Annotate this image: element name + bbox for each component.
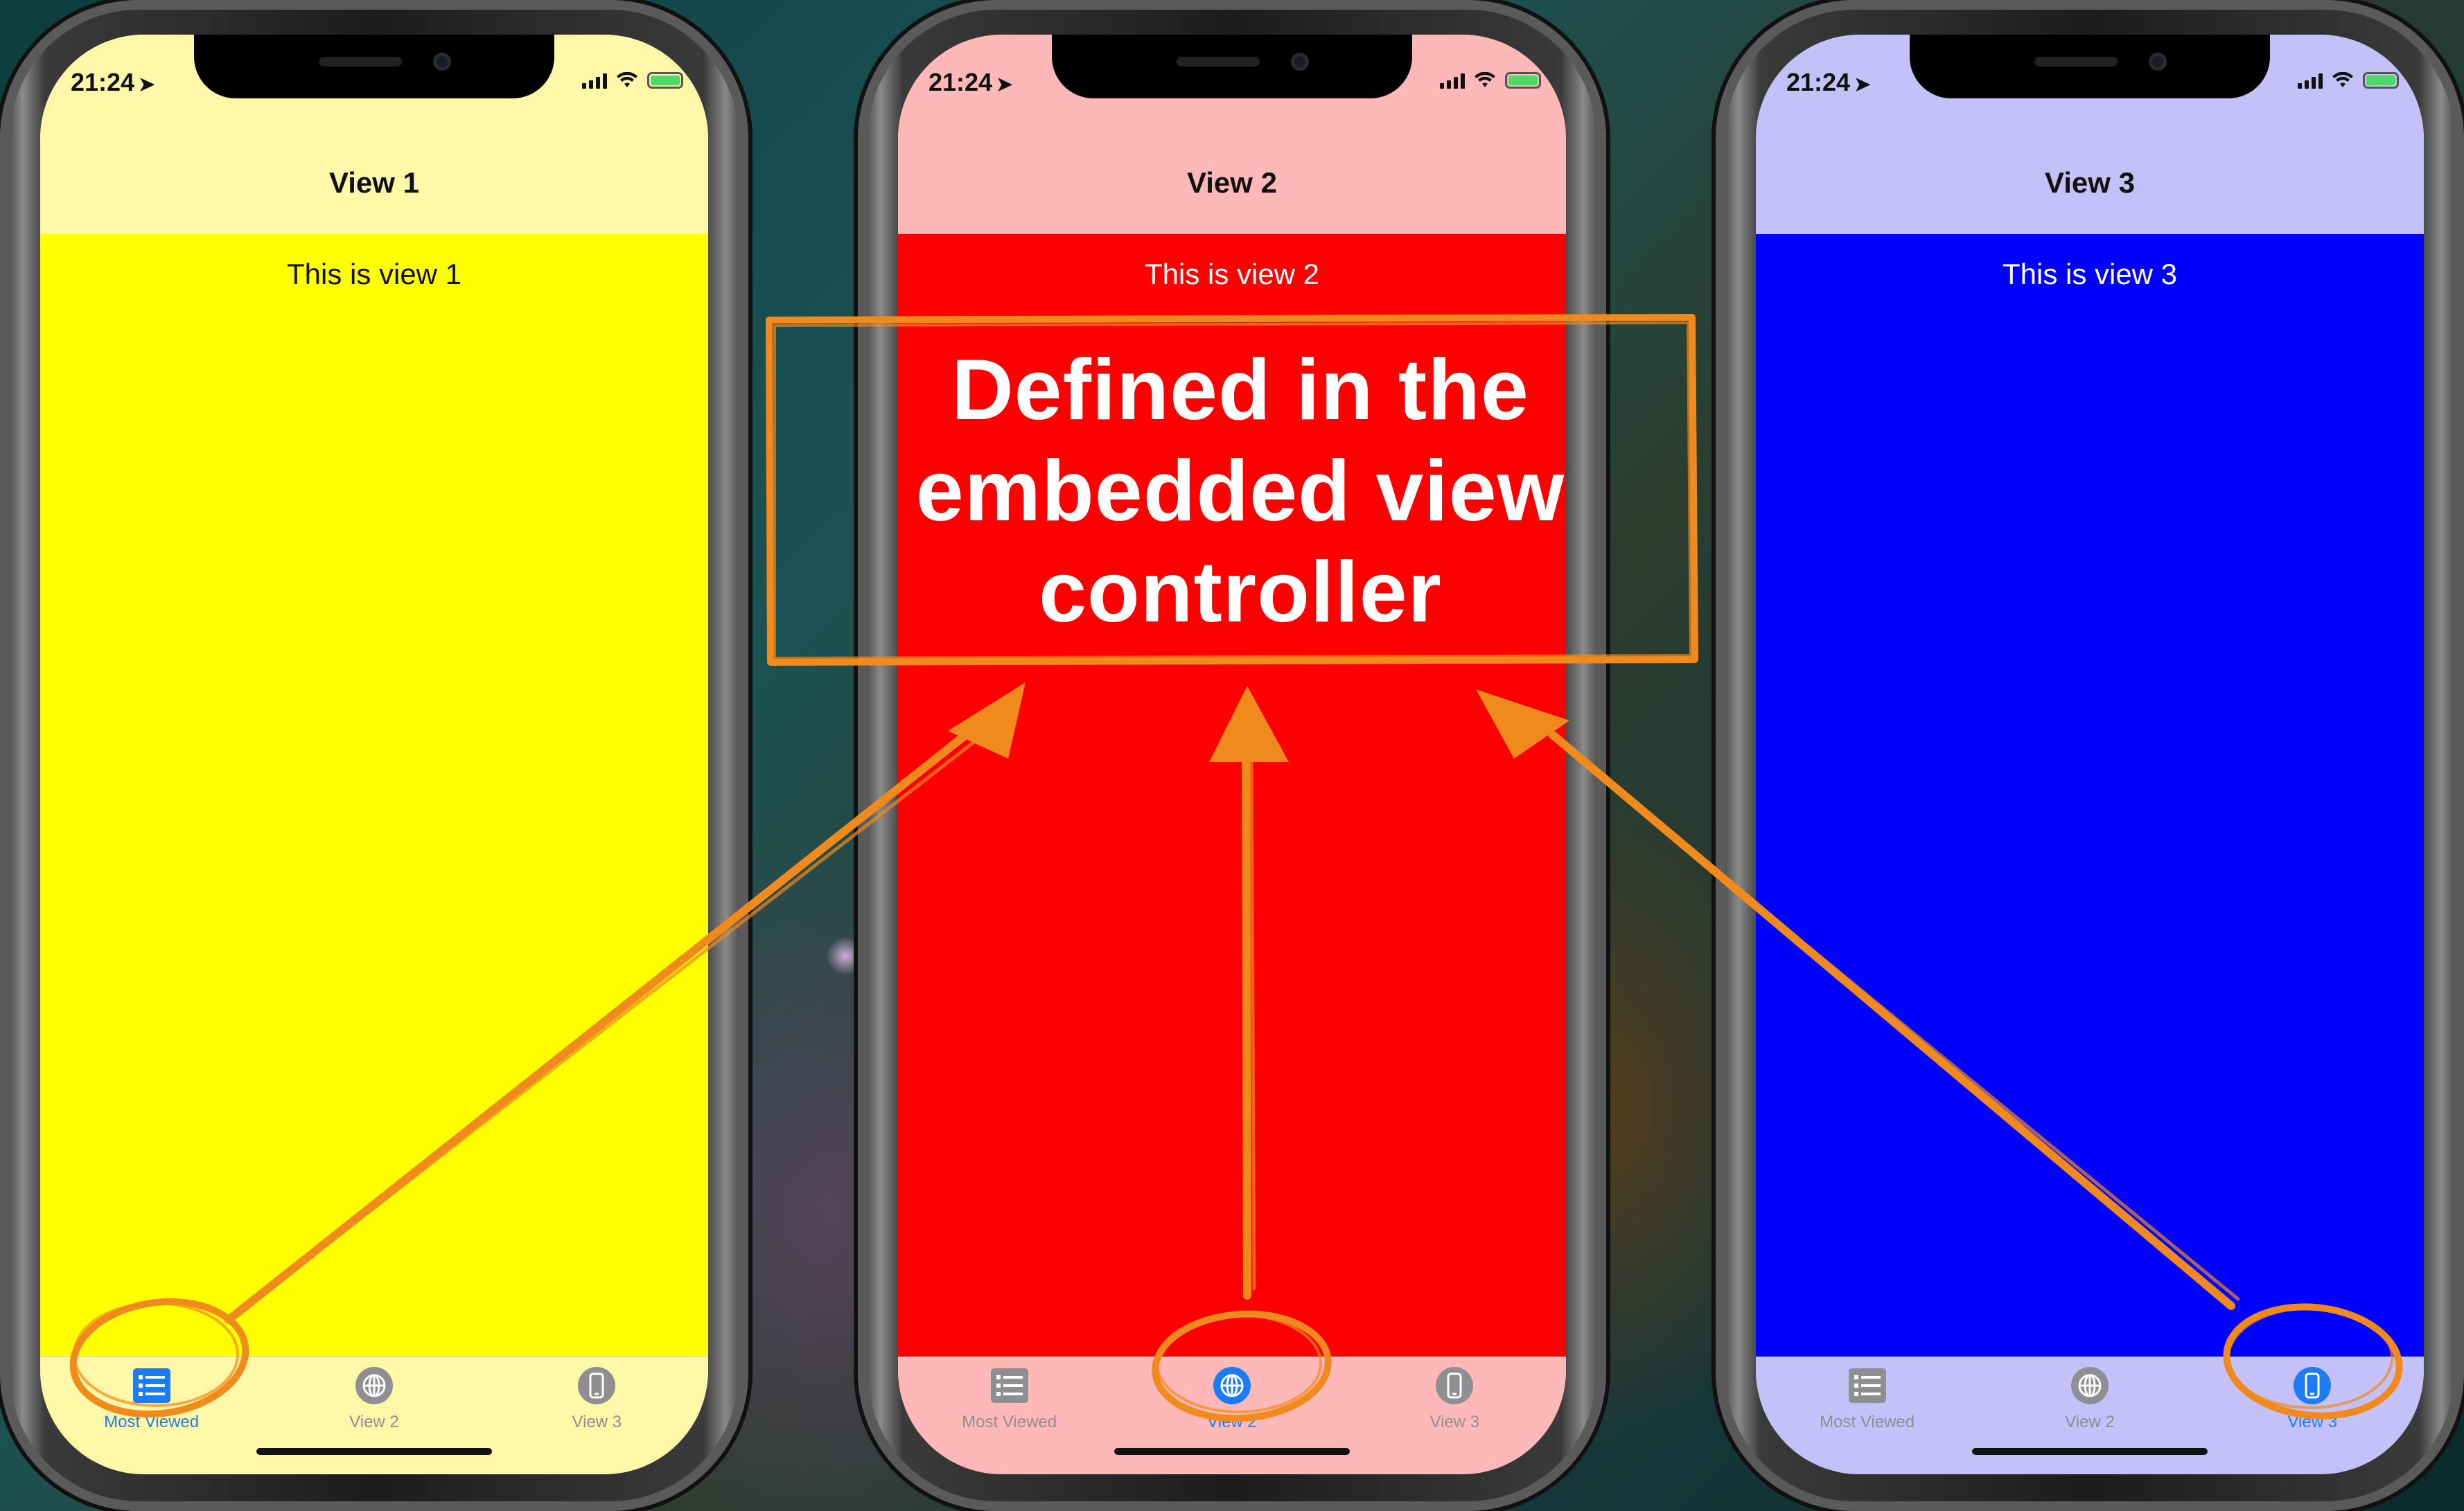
- location-arrow-icon: ➤: [139, 73, 155, 95]
- camera-icon: [1291, 53, 1309, 71]
- list-icon: [1847, 1366, 1887, 1406]
- camera-icon: [433, 53, 451, 71]
- tab-label: View 2: [2065, 1413, 2115, 1431]
- nav-title: View 2: [1187, 166, 1277, 199]
- tab-label: View 3: [1429, 1413, 1480, 1431]
- wifi-icon: [2332, 72, 2353, 87]
- battery-icon: [1505, 72, 1541, 89]
- tab-view-3[interactable]: View 3: [493, 1357, 701, 1432]
- nav-title: View 1: [329, 166, 419, 199]
- list-icon: [989, 1366, 1030, 1406]
- tab-label: View 2: [349, 1413, 399, 1431]
- tab-label: Most Viewed: [104, 1413, 200, 1431]
- tab-bar: Most Viewed View 2 View 3: [1756, 1357, 2424, 1474]
- tab-view-3[interactable]: View 3: [2208, 1357, 2416, 1432]
- phone-view-1: 21:24 ➤ View 1 This is view 1 Most Viewed: [0, 0, 748, 1511]
- phone-view-3: 21:24 ➤ View 3 This is view 3 Most Viewed: [1716, 0, 2464, 1511]
- tab-label: View 3: [2287, 1413, 2338, 1431]
- tab-view-3[interactable]: View 3: [1350, 1357, 1558, 1432]
- callout-line-1: Defined in the: [951, 342, 1529, 438]
- content-label: This is view 1: [286, 258, 462, 290]
- phone-icon: [1434, 1366, 1475, 1406]
- phone-screen: 21:24 ➤ View 2 This is view 2 Most Viewed: [898, 35, 1566, 1474]
- tab-most-viewed[interactable]: Most Viewed: [48, 1357, 256, 1432]
- cellular-signal-icon: [582, 72, 607, 89]
- battery-icon: [647, 72, 683, 89]
- cellular-signal-icon: [1440, 72, 1465, 89]
- home-indicator[interactable]: [1972, 1448, 2208, 1455]
- tab-label: Most Viewed: [962, 1413, 1057, 1431]
- location-arrow-icon: ➤: [1854, 73, 1871, 95]
- nav-title: View 3: [2045, 166, 2135, 199]
- navigation-bar: View 1: [40, 132, 708, 235]
- tab-bar: Most Viewed View 2 View 3: [40, 1357, 708, 1474]
- tab-view-2[interactable]: View 2: [1128, 1357, 1336, 1432]
- list-icon: [132, 1366, 172, 1406]
- phone-icon: [2292, 1366, 2332, 1406]
- status-time: 21:24 ➤: [71, 68, 155, 96]
- tab-label: View 3: [572, 1413, 622, 1431]
- content-label: This is view 3: [2002, 258, 2178, 290]
- wifi-icon: [617, 72, 637, 87]
- callout-line-3: controller: [1039, 545, 1442, 640]
- phone-icon: [577, 1366, 617, 1406]
- home-indicator[interactable]: [1114, 1448, 1350, 1455]
- globe-icon: [1212, 1366, 1252, 1406]
- location-arrow-icon: ➤: [996, 73, 1013, 95]
- embedded-view: This is view 3: [1756, 234, 2424, 1357]
- globe-icon: [354, 1366, 394, 1406]
- status-time: 21:24 ➤: [1786, 68, 1871, 96]
- tab-label: Most Viewed: [1820, 1413, 1915, 1431]
- tab-most-viewed[interactable]: Most Viewed: [1763, 1357, 1971, 1432]
- tab-most-viewed[interactable]: Most Viewed: [906, 1357, 1114, 1432]
- tab-view-2[interactable]: View 2: [270, 1357, 478, 1432]
- callout-line-2: embedded view: [915, 443, 1565, 539]
- phone-screen: 21:24 ➤ View 3 This is view 3 Most Viewed: [1756, 35, 2424, 1474]
- annotation-callout: Defined in the embedded view controller: [776, 339, 1705, 643]
- phone-screen: 21:24 ➤ View 1 This is view 1 Most Viewed: [40, 35, 708, 1474]
- camera-icon: [2149, 53, 2167, 71]
- embedded-view: This is view 1: [40, 234, 708, 1357]
- wifi-icon: [1475, 72, 1495, 87]
- navigation-bar: View 3: [1756, 132, 2424, 235]
- status-time: 21:24 ➤: [929, 68, 1013, 96]
- battery-icon: [2363, 72, 2399, 89]
- tab-view-2[interactable]: View 2: [1986, 1357, 2194, 1432]
- notch: [1052, 35, 1412, 98]
- notch: [194, 35, 554, 98]
- cellular-signal-icon: [2298, 72, 2323, 89]
- tab-label: View 2: [1207, 1413, 1257, 1431]
- tab-bar: Most Viewed View 2 View 3: [898, 1357, 1566, 1474]
- notch: [1910, 35, 2270, 98]
- phone-view-2: 21:24 ➤ View 2 This is view 2 Most Viewed: [858, 0, 1606, 1511]
- navigation-bar: View 2: [898, 132, 1566, 235]
- content-label: This is view 2: [1144, 258, 1320, 290]
- globe-icon: [2070, 1366, 2110, 1406]
- home-indicator[interactable]: [256, 1448, 492, 1455]
